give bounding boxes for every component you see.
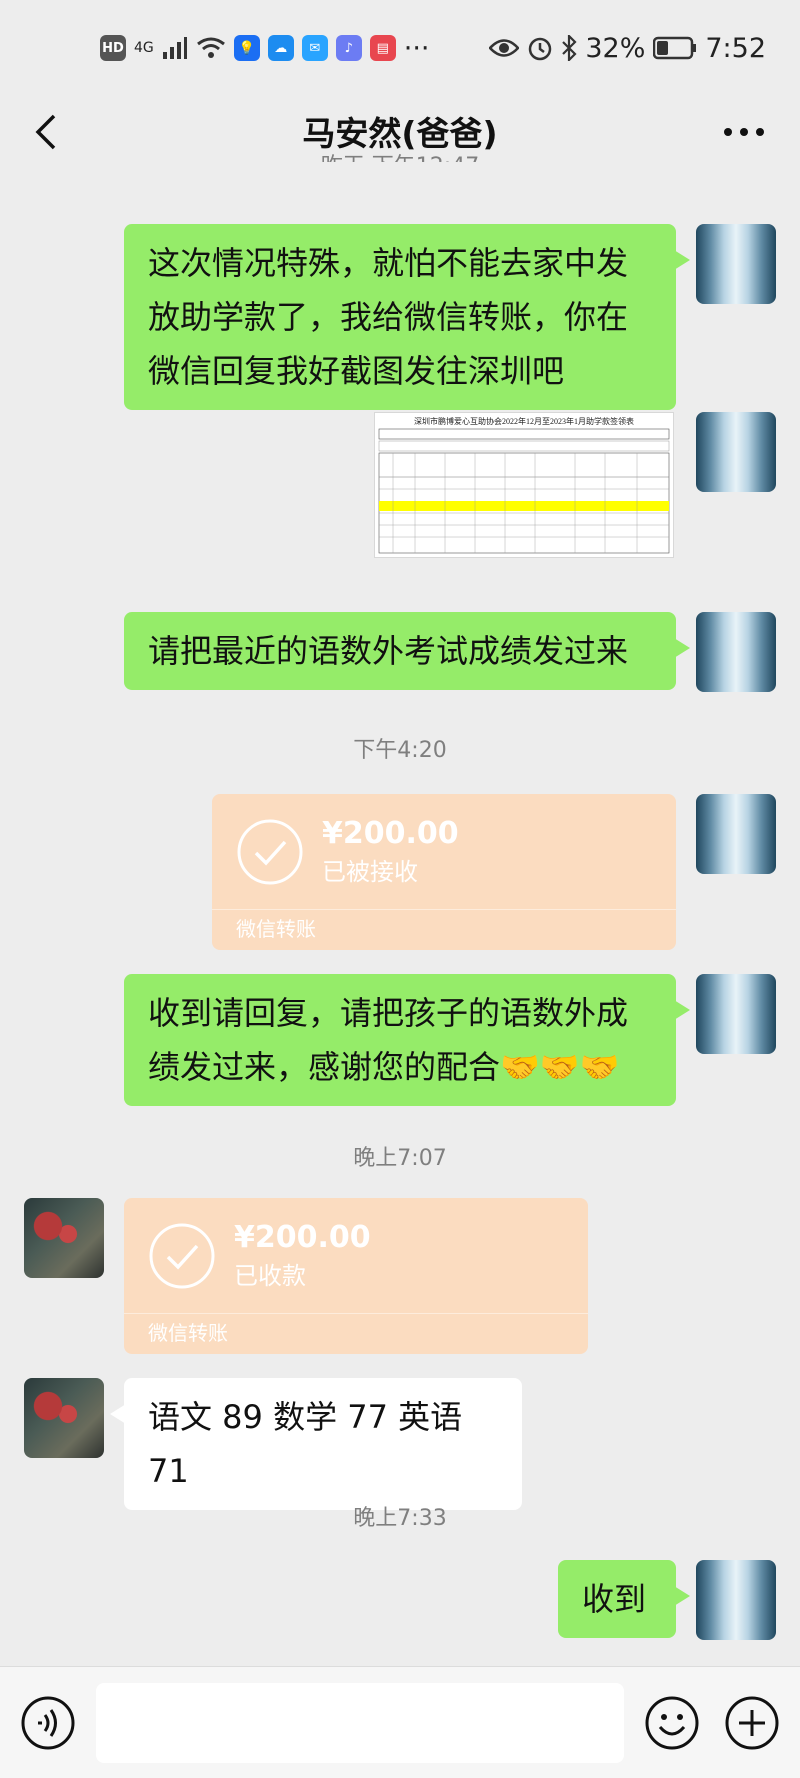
message-bubble-out[interactable]: 这次情况特殊，就怕不能去家中发 放助学款了，我给微信转账，你在 微信回复我好截图…: [124, 224, 690, 410]
emoji-icon[interactable]: [644, 1695, 700, 1751]
status-bar-right: 32% 7:52: [489, 33, 766, 64]
transfer-label: 微信转账: [148, 1321, 228, 1345]
message-line: 放助学款了，我给微信转账，你在: [148, 298, 629, 336]
timestamp-partial: 昨天 下午12:47: [0, 148, 800, 162]
transfer-label: 微信转账: [236, 917, 316, 941]
contact-avatar[interactable]: [24, 1378, 104, 1458]
message-line: 绩发过来，感谢您的配合🤝🤝🤝: [148, 1048, 620, 1086]
transfer-card-out[interactable]: ¥200.00 已被接收 微信转账: [212, 794, 676, 950]
bulb-app-icon: 💡: [233, 35, 260, 61]
clock: 7:52: [705, 32, 766, 64]
message-line: 微信回复我好截图发往深圳吧: [148, 352, 565, 390]
timestamp: 晚上7:07: [353, 1146, 447, 1171]
timestamp: 下午4:20: [353, 738, 447, 763]
transfer-amount: ¥200.00: [322, 816, 459, 851]
battery-icon: [653, 36, 697, 60]
message-bubble-out[interactable]: 收到请回复，请把孩子的语数外成 绩发过来，感谢您的配合🤝🤝🤝: [124, 974, 690, 1106]
message-bubble-out[interactable]: 请把最近的语数外考试成绩发过来: [124, 612, 690, 690]
message-line: 收到: [582, 1580, 647, 1618]
transfer-status: 已收款: [234, 1262, 306, 1290]
wifi-icon: [196, 37, 225, 58]
my-avatar[interactable]: [696, 224, 776, 304]
contact-avatar[interactable]: [24, 1198, 104, 1278]
status-bar-left: HD 4G 💡 ☁ ✉ ♪ ▤ ···: [100, 33, 430, 64]
my-avatar[interactable]: [696, 974, 776, 1054]
message-line: 这次情况特殊，就怕不能去家中发: [148, 244, 629, 282]
cloud-app-icon: ☁: [267, 35, 294, 61]
image-message[interactable]: 深圳市鹏博爱心互助协会2022年12月至2023年1月助学款签领表: [374, 412, 674, 558]
battery-percent: 32%: [585, 32, 646, 64]
hd-badge: HD: [100, 35, 126, 61]
alarm-icon: [529, 37, 552, 61]
plus-icon[interactable]: [724, 1695, 780, 1751]
message-bubble-in[interactable]: 语文 89 数学 77 英语 71: [110, 1378, 522, 1510]
transfer-amount: ¥200.00: [234, 1220, 371, 1255]
message-input[interactable]: [96, 1683, 624, 1763]
chat-area[interactable]: 昨天 下午12:47 这次情况特殊，就怕不能去家中发 放助学款了，我给微信转账，…: [0, 154, 800, 1666]
more-notifications: ···: [403, 32, 430, 64]
status-bar: HD 4G 💡 ☁ ✉ ♪ ▤ ··· 32% 7:52: [0, 0, 800, 96]
message-line: 语文 89 数学 77 英语 71: [148, 1398, 463, 1490]
chat-app-icon: ✉: [301, 35, 328, 61]
music-app-icon: ♪: [335, 35, 362, 61]
network-label: 4G: [134, 40, 154, 56]
transfer-card-in[interactable]: ¥200.00 已收款 微信转账: [124, 1198, 588, 1354]
spreadsheet-thumbnail: 深圳市鹏博爱心互助协会2022年12月至2023年1月助学款签领表: [378, 416, 670, 554]
my-avatar[interactable]: [696, 412, 776, 492]
bluetooth-icon: [562, 35, 577, 61]
my-avatar[interactable]: [696, 1560, 776, 1640]
message-bubble-out[interactable]: 收到: [558, 1560, 690, 1638]
message-line: 收到请回复，请把孩子的语数外成: [148, 994, 629, 1032]
my-avatar[interactable]: [696, 794, 776, 874]
divider: [212, 909, 676, 910]
transfer-status: 已被接收: [322, 858, 418, 886]
eye-icon: [489, 39, 520, 57]
signal-icon: [162, 37, 187, 59]
message-line: 请把最近的语数外考试成绩发过来: [148, 632, 629, 670]
my-avatar[interactable]: [696, 612, 776, 692]
divider: [124, 1313, 588, 1314]
timestamp: 晚上7:33: [353, 1506, 447, 1531]
image-caption: 深圳市鹏博爱心互助协会2022年12月至2023年1月助学款签领表: [414, 416, 634, 426]
input-bar: [0, 1666, 800, 1778]
voice-input-icon[interactable]: [20, 1695, 76, 1751]
check-circle-icon: [149, 1223, 215, 1289]
check-circle-icon: [237, 819, 303, 885]
book-app-icon: ▤: [369, 35, 396, 61]
